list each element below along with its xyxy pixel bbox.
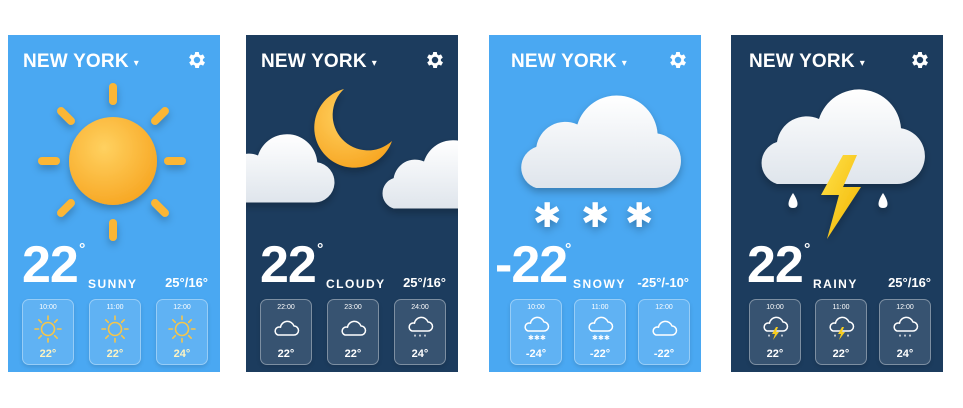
- hour-temp: 22°: [39, 348, 57, 360]
- svg-text:✱: ✱: [533, 196, 562, 236]
- degree-symbol: °: [317, 241, 324, 258]
- condition-label: SNOWY: [573, 277, 626, 291]
- hour-time: 11:00: [591, 304, 609, 311]
- rain-cloud-icon: [889, 313, 921, 345]
- storm-cloud-icon: [759, 313, 791, 345]
- hour-time: 24:00: [411, 304, 429, 311]
- temp-range: 25°/16°: [165, 275, 208, 290]
- hour-temp: 22°: [766, 348, 784, 360]
- city-name: NEW YORK: [511, 51, 617, 72]
- hour-tile[interactable]: 10:00 22°: [22, 299, 74, 365]
- weather-card-rainy: NEW YORK ▾ 22 ° RAINY 25°/16° 10:00 22° …: [731, 35, 943, 372]
- sun-icon: [166, 313, 198, 345]
- temperature: -22: [495, 236, 568, 294]
- temperature: 22: [747, 236, 804, 294]
- hour-tile[interactable]: 23:00 22°: [327, 299, 379, 365]
- hour-time: 12:00: [896, 304, 914, 311]
- city-name: NEW YORK: [749, 51, 855, 72]
- cloud-icon: [337, 313, 369, 345]
- temp-range: 25°/16°: [403, 275, 446, 290]
- hour-tile[interactable]: 12:00 -22°: [638, 299, 690, 365]
- hour-temp: 22°: [106, 348, 124, 360]
- hour-tile[interactable]: 11:00 -22°: [574, 299, 626, 365]
- hour-time: 10:00: [766, 304, 784, 311]
- snow-cloud-icon: ✱ ✱ ✱: [521, 95, 681, 236]
- hour-tile[interactable]: 11:00 22°: [89, 299, 141, 365]
- temperature: 22: [260, 236, 317, 294]
- degree-symbol: °: [804, 241, 811, 258]
- condition-label: SUNNY: [88, 277, 138, 291]
- hour-time: 10:00: [39, 304, 57, 311]
- city-selector[interactable]: NEW YORK ▾: [511, 51, 627, 73]
- hour-tile[interactable]: 10:00 22°: [749, 299, 801, 365]
- gear-icon[interactable]: [424, 49, 446, 71]
- temperature: 22: [22, 236, 79, 294]
- hour-tile[interactable]: 24:00 24°: [394, 299, 446, 365]
- city-selector[interactable]: NEW YORK ▾: [23, 51, 139, 73]
- chevron-down-icon: ▾: [133, 57, 139, 69]
- hour-time: 11:00: [106, 304, 124, 311]
- svg-text:✱: ✱: [581, 196, 610, 236]
- city-name: NEW YORK: [261, 51, 367, 72]
- chevron-down-icon: ▾: [371, 57, 377, 69]
- hourly-forecast: 10:00 22° 11:00 22° 12:00 24°: [22, 299, 208, 365]
- temp-range: -25°/-10°: [637, 275, 689, 290]
- hour-time: 12:00: [655, 304, 673, 311]
- hour-temp: -24°: [525, 348, 547, 360]
- chevron-down-icon: ▾: [621, 57, 627, 69]
- gear-icon[interactable]: [667, 49, 689, 71]
- weather-card-cloudy: NEW YORK ▾ 22 ° CLOUDY 25°/16° 22:00 22°…: [246, 35, 458, 372]
- svg-text:✱: ✱: [625, 196, 654, 236]
- hour-temp: 22°: [344, 348, 362, 360]
- hourly-forecast: 10:00 22° 11:00 22° 12:00 24°: [749, 299, 935, 365]
- temp-range: 25°/16°: [888, 275, 931, 290]
- hour-time: 12:00: [173, 304, 191, 311]
- weather-card-sunny: NEW YORK ▾ 22 ° SUNNY 25°/16° 10:00 22°: [8, 35, 220, 372]
- storm-cloud-icon: [761, 89, 925, 239]
- city-selector[interactable]: NEW YORK ▾: [261, 51, 377, 73]
- hourly-forecast: 22:00 22° 23:00 22° 24:00 24°: [260, 299, 446, 365]
- hourly-forecast: 10:00 -24° 11:00 -22° 12:00 -22°: [510, 299, 696, 365]
- hour-temp: -22°: [653, 348, 675, 360]
- snow-cloud-icon: [584, 313, 616, 345]
- sun-icon: [99, 313, 131, 345]
- moon-clouds-icon: [246, 89, 458, 209]
- cloud-icon: [270, 313, 302, 345]
- sun-icon: [38, 83, 186, 241]
- gear-icon[interactable]: [186, 49, 208, 71]
- hour-temp: 22°: [277, 348, 295, 360]
- hour-temp: 24°: [411, 348, 429, 360]
- gear-icon[interactable]: [909, 49, 931, 71]
- degree-symbol: °: [79, 241, 86, 258]
- hour-tile[interactable]: 10:00 -24°: [510, 299, 562, 365]
- city-name: NEW YORK: [23, 51, 129, 72]
- hour-time: 10:00: [527, 304, 545, 311]
- condition-label: RAINY: [813, 277, 858, 291]
- hour-time: 22:00: [277, 304, 295, 311]
- condition-label: CLOUDY: [326, 277, 386, 291]
- hour-tile[interactable]: 12:00 24°: [156, 299, 208, 365]
- hour-temp: 24°: [173, 348, 191, 360]
- hour-temp: 22°: [832, 348, 850, 360]
- hour-time: 11:00: [832, 304, 850, 311]
- hour-temp: 24°: [896, 348, 914, 360]
- storm-cloud-icon: [825, 313, 857, 345]
- hour-time: 23:00: [344, 304, 362, 311]
- cloud-icon: [648, 313, 680, 345]
- degree-symbol: °: [565, 241, 572, 258]
- sun-icon: [32, 313, 64, 345]
- city-selector[interactable]: NEW YORK ▾: [749, 51, 865, 73]
- hour-tile[interactable]: 22:00 22°: [260, 299, 312, 365]
- weather-card-snowy: NEW YORK ▾ ✱ ✱ ✱ -22 ° SNOWY -25°/-10° 1…: [489, 35, 701, 372]
- hour-tile[interactable]: 11:00 22°: [815, 299, 867, 365]
- rain-cloud-icon: [404, 313, 436, 345]
- chevron-down-icon: ▾: [859, 57, 865, 69]
- hour-temp: -22°: [589, 348, 611, 360]
- snow-cloud-icon: [520, 313, 552, 345]
- hour-tile[interactable]: 12:00 24°: [879, 299, 931, 365]
